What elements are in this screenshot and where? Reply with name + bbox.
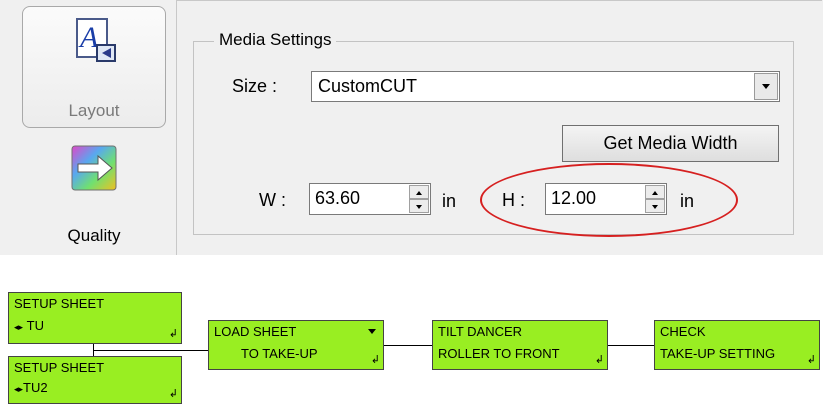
connector-line xyxy=(384,345,432,346)
printer-dialog: A Layout Quality Media Settings Size: C… xyxy=(0,0,823,255)
node-label: LOAD SHEET xyxy=(214,324,297,339)
width-unit: in xyxy=(442,191,457,211)
node-sublabel: TAKE-UP SETTING xyxy=(660,346,776,361)
flow-node-setup-sheet-tu[interactable]: SETUP SHEET ◂▸ TU ↲ xyxy=(8,292,182,344)
sidebar: A Layout Quality xyxy=(0,0,176,255)
width-increment-button[interactable] xyxy=(409,185,429,199)
connector-line xyxy=(93,350,208,351)
enter-icon: ↲ xyxy=(806,354,816,366)
width-stepper[interactable]: 63.60 xyxy=(309,183,431,215)
flow-node-setup-sheet-tu2[interactable]: SETUP SHEET ◂▸TU2 ↲ xyxy=(8,356,182,404)
sidebar-item-label: Layout xyxy=(68,101,120,120)
node-label: CHECK xyxy=(660,324,706,339)
flow-node-tilt-dancer[interactable]: TILT DANCER ROLLER TO FRONT ↲ xyxy=(432,320,608,370)
size-select-value: CustomCUT xyxy=(318,76,418,96)
sidebar-item-layout[interactable]: A Layout xyxy=(22,6,166,128)
width-value: 63.60 xyxy=(315,188,361,208)
node-label: ◂▸ TU xyxy=(14,318,44,333)
get-media-width-button[interactable]: Get Media Width xyxy=(562,125,779,162)
left-right-arrows-icon: ◂▸ xyxy=(14,384,24,394)
node-sublabel: TU xyxy=(26,318,45,333)
node-label: ◂▸TU2 xyxy=(14,380,48,395)
width-decrement-button[interactable] xyxy=(409,199,429,213)
connector-line xyxy=(608,345,654,346)
sidebar-item-quality[interactable]: Quality xyxy=(22,138,166,250)
node-sublabel: TO TAKE-UP xyxy=(241,346,318,361)
triangle-up-icon xyxy=(416,191,422,195)
enter-icon: ↲ xyxy=(594,354,604,366)
flow-node-check-take-up[interactable]: CHECK TAKE-UP SETTING ↲ xyxy=(654,320,820,370)
node-label: SETUP SHEET xyxy=(14,360,105,375)
group-title: Media Settings xyxy=(214,30,337,50)
sidebar-item-label: Quality xyxy=(67,226,121,245)
layout-icon: A xyxy=(76,18,116,62)
size-dropdown-button[interactable] xyxy=(754,73,778,100)
dropdown-arrow-icon[interactable] xyxy=(367,327,377,335)
left-right-arrows-icon: ◂▸ xyxy=(14,322,24,332)
enter-icon: ↲ xyxy=(168,328,178,340)
size-label: Size : xyxy=(232,76,278,96)
flow-node-load-sheet[interactable]: LOAD SHEET TO TAKE-UP ↲ xyxy=(208,320,384,370)
size-select[interactable]: CustomCUT xyxy=(311,71,780,102)
triangle-down-icon xyxy=(416,205,422,209)
node-label: TILT DANCER xyxy=(438,324,523,339)
node-sublabel: TU2 xyxy=(23,380,48,395)
node-label: SETUP SHEET xyxy=(14,296,105,311)
height-highlight-ellipse xyxy=(480,163,738,237)
enter-icon: ↲ xyxy=(168,388,178,400)
width-label: W : xyxy=(259,190,286,210)
node-sublabel: ROLLER TO FRONT xyxy=(438,346,560,361)
quality-icon xyxy=(71,145,117,191)
svg-text:A: A xyxy=(78,21,99,54)
chevron-down-icon xyxy=(762,84,770,89)
enter-icon: ↲ xyxy=(370,354,380,366)
